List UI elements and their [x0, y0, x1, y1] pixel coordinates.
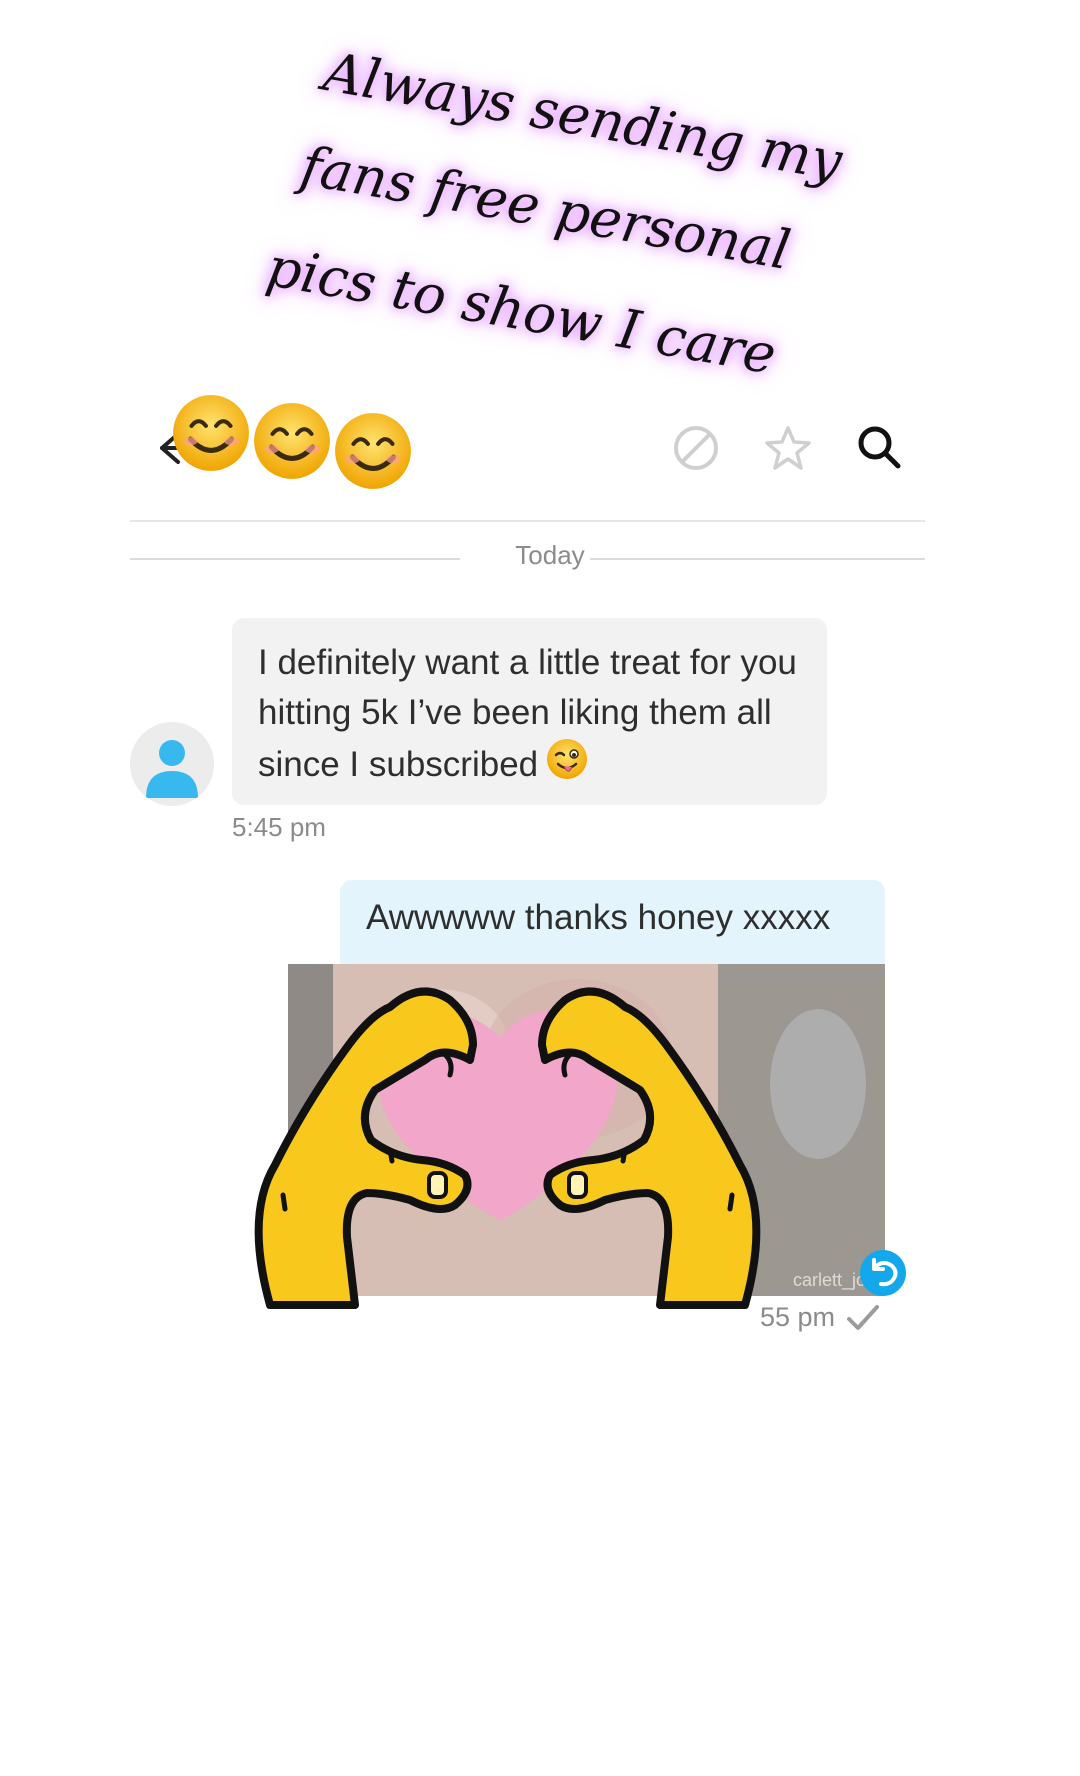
outgoing-message-text: Awwwww thanks honey xxxxx	[366, 898, 831, 937]
avatar[interactable]	[130, 722, 214, 806]
incoming-message-text: I definitely want a little treat for you…	[258, 638, 801, 790]
sent-check-icon	[847, 1305, 879, 1330]
search-icon[interactable]	[852, 420, 908, 476]
date-divider: Today	[130, 536, 925, 580]
incoming-message-bubble[interactable]: I definitely want a little treat for you…	[232, 618, 827, 805]
winking-tongue-emoji-icon	[547, 739, 588, 779]
user-avatar-icon	[146, 740, 198, 798]
divider-line-right	[590, 558, 925, 560]
smiling-emoji-icon	[173, 395, 249, 471]
smiling-emoji-icon	[335, 413, 411, 489]
star-icon[interactable]	[760, 420, 816, 476]
ban-icon[interactable]	[668, 420, 724, 476]
chat-header: a	[130, 392, 925, 522]
incoming-message-time: 5:45 pm	[232, 812, 326, 842]
smiling-emoji-icon	[254, 403, 330, 479]
divider-line-left	[130, 558, 460, 560]
caption-overlay: Always sending my fans free personal pic…	[245, 30, 847, 387]
heart-hands-sticker-icon	[254, 987, 761, 1309]
date-label: Today	[515, 540, 585, 570]
incoming-message-body: I definitely want a little treat for you…	[258, 643, 797, 784]
undo-icon[interactable]	[860, 1250, 906, 1296]
outgoing-message-time: 55 pm	[760, 1302, 836, 1332]
